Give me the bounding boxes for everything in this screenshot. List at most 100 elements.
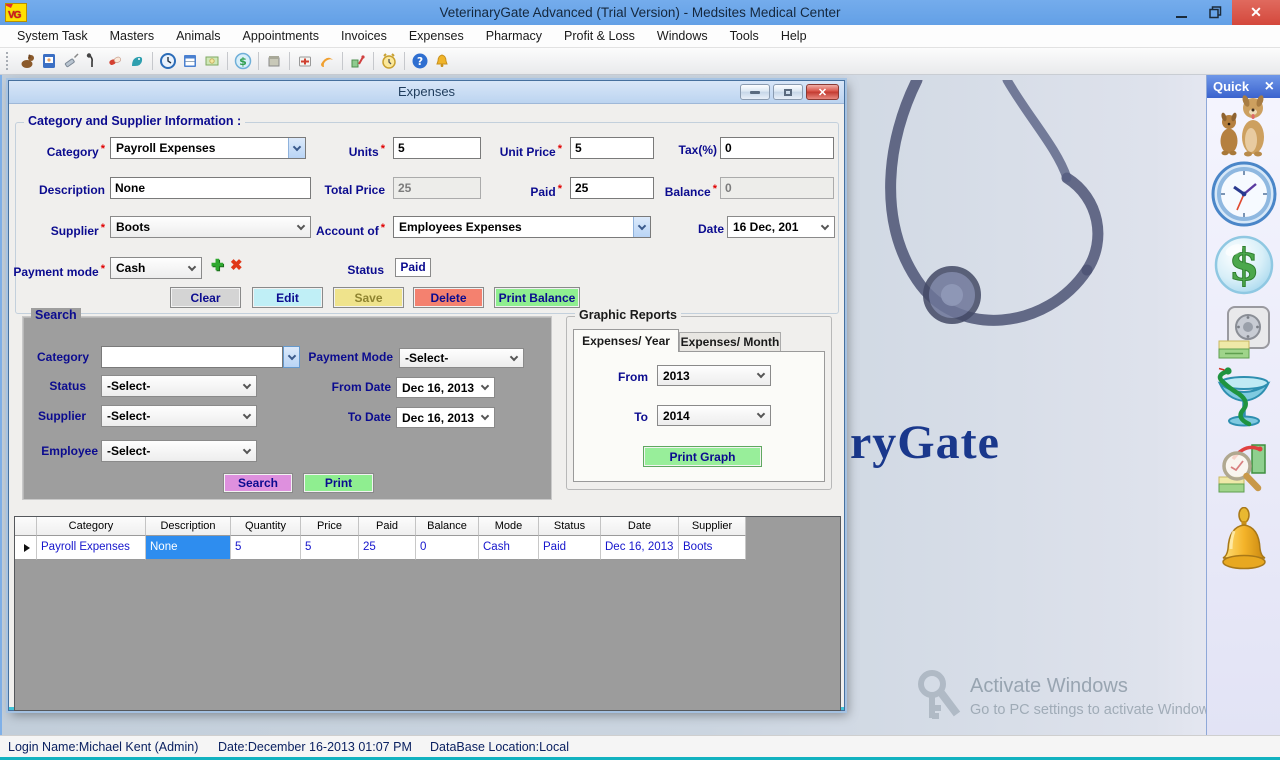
menu-invoices[interactable]: Invoices [330, 25, 398, 48]
to-date-label: To Date [308, 410, 391, 424]
package-icon[interactable] [263, 50, 285, 72]
supplier-select[interactable]: Boots [110, 216, 311, 238]
app-title: VeterinaryGate Advanced (Trial Version) … [0, 5, 1280, 20]
sales-chart-icon[interactable] [347, 50, 369, 72]
menu-profit-loss[interactable]: Profit & Loss [553, 25, 646, 48]
print-button[interactable]: Print [303, 473, 374, 493]
money-icon[interactable]: $ [1214, 235, 1274, 298]
report-from-select[interactable]: 2013 [657, 365, 771, 386]
expenses-year-tabpanel: From 2013 To 2014 Print Graph [573, 351, 825, 482]
pharmacy-icon[interactable] [1214, 365, 1274, 434]
menu-appointments[interactable]: Appointments [232, 25, 330, 48]
delete-payment-mode-icon[interactable]: ✖ [230, 258, 243, 274]
menu-system-task[interactable]: System Task [6, 25, 99, 48]
tax-input[interactable] [720, 137, 834, 159]
menu-pharmacy[interactable]: Pharmacy [475, 25, 553, 48]
clear-button[interactable]: Clear [170, 287, 241, 308]
bell-icon[interactable] [431, 50, 453, 72]
menu-help[interactable]: Help [770, 25, 818, 48]
row-selector-cell[interactable] [15, 536, 37, 560]
report-from-label: From [584, 370, 648, 384]
database-location-status: DataBase Location:Local [430, 740, 569, 754]
clock-icon[interactable] [157, 50, 179, 72]
date-select[interactable]: 16 Dec, 201 [727, 216, 835, 238]
invoice-money-icon[interactable] [201, 50, 223, 72]
menu-masters[interactable]: Masters [99, 25, 165, 48]
cell-mode[interactable]: Cash [479, 536, 539, 560]
bird-perch-icon[interactable] [82, 50, 104, 72]
search-employee-select[interactable]: -Select- [101, 440, 257, 462]
grid-corner-cell [15, 517, 37, 536]
save-button[interactable]: Save [333, 287, 404, 308]
dollar-globe-icon[interactable]: $ [232, 50, 254, 72]
cell-balance[interactable]: 0 [416, 536, 479, 560]
toolbar-grip [6, 52, 10, 70]
capsule-icon[interactable] [104, 50, 126, 72]
to-date-select[interactable]: Dec 16, 2013 [396, 407, 495, 428]
account-of-dropdown-icon[interactable] [633, 217, 650, 237]
restore-button[interactable] [1198, 0, 1232, 25]
payment-mode-select[interactable]: Cash [110, 257, 202, 279]
search-category-input[interactable] [101, 346, 283, 368]
activate-windows-text: Activate Windows [970, 675, 1128, 698]
dog-icon[interactable] [16, 50, 38, 72]
print-graph-button[interactable]: Print Graph [643, 446, 762, 467]
syringe-icon[interactable] [60, 50, 82, 72]
medicine-box-icon[interactable] [294, 50, 316, 72]
print-balance-button[interactable]: Print Balance [494, 287, 580, 308]
cell-status[interactable]: Paid [539, 536, 601, 560]
reminder-bell-icon[interactable] [1221, 507, 1267, 574]
search-category-label: Category [25, 350, 89, 364]
report-to-select[interactable]: 2014 [657, 405, 771, 426]
category-combobox[interactable]: Payroll Expenses [110, 137, 306, 159]
menu-expenses[interactable]: Expenses [398, 25, 475, 48]
wall-clock-icon[interactable] [1211, 161, 1277, 230]
parrot-icon[interactable] [126, 50, 148, 72]
tab-expenses-month[interactable]: Expenses/ Month [679, 332, 781, 352]
menu-windows[interactable]: Windows [646, 25, 719, 48]
menu-animals[interactable]: Animals [165, 25, 231, 48]
col-category: Category [37, 517, 146, 536]
balance-input [720, 177, 834, 199]
col-status: Status [539, 517, 601, 536]
col-price: Price [301, 517, 359, 536]
search-button[interactable]: Search [223, 473, 293, 493]
calendar-icon[interactable] [179, 50, 201, 72]
minimize-button[interactable] [1164, 0, 1198, 25]
search-status-select[interactable]: -Select- [101, 375, 257, 397]
table-row[interactable]: Payroll Expenses None 5 5 25 0 Cash Paid… [15, 536, 746, 560]
cell-category[interactable]: Payroll Expenses [37, 536, 146, 560]
cell-quantity[interactable]: 5 [231, 536, 301, 560]
cell-supplier[interactable]: Boots [679, 536, 746, 560]
search-category-dropdown-icon[interactable] [283, 346, 300, 368]
graphic-reports-panel: Graphic Reports Expenses/ Year Expenses/… [566, 316, 832, 490]
edit-button[interactable]: Edit [252, 287, 323, 308]
cell-date[interactable]: Dec 16, 2013 [601, 536, 679, 560]
search-payment-mode-select[interactable]: -Select- [399, 348, 524, 368]
col-paid: Paid [359, 517, 416, 536]
add-payment-mode-icon[interactable]: ✚ [211, 258, 224, 274]
cash-safe-icon[interactable] [1217, 305, 1271, 364]
analysis-icon[interactable] [1215, 437, 1273, 498]
delete-button[interactable]: Delete [413, 287, 484, 308]
tab-expenses-year[interactable]: Expenses/ Year [573, 329, 679, 352]
pharmacy-swoosh-icon[interactable] [316, 50, 338, 72]
col-mode: Mode [479, 517, 539, 536]
description-input[interactable] [110, 177, 311, 199]
dialog-close-button[interactable]: ✕ [806, 84, 839, 100]
search-supplier-select[interactable]: -Select- [101, 405, 257, 427]
veterinarygate-watermark: ryGate [850, 415, 1000, 470]
account-of-combobox[interactable]: Employees Expenses [393, 216, 651, 238]
menu-tools[interactable]: Tools [719, 25, 770, 48]
help-icon[interactable]: ? [409, 50, 431, 72]
cell-price[interactable]: 5 [301, 536, 359, 560]
cell-description[interactable]: None [146, 536, 231, 560]
pets-icon[interactable] [1216, 91, 1272, 160]
alarm-clock-icon[interactable] [378, 50, 400, 72]
from-date-select[interactable]: Dec 16, 2013 [396, 377, 495, 398]
dialog-maximize-button[interactable] [773, 84, 803, 100]
cell-paid[interactable]: 25 [359, 536, 416, 560]
contacts-book-icon[interactable] [38, 50, 60, 72]
dialog-minimize-button[interactable] [740, 84, 770, 100]
close-button[interactable]: ✕ [1232, 0, 1280, 25]
